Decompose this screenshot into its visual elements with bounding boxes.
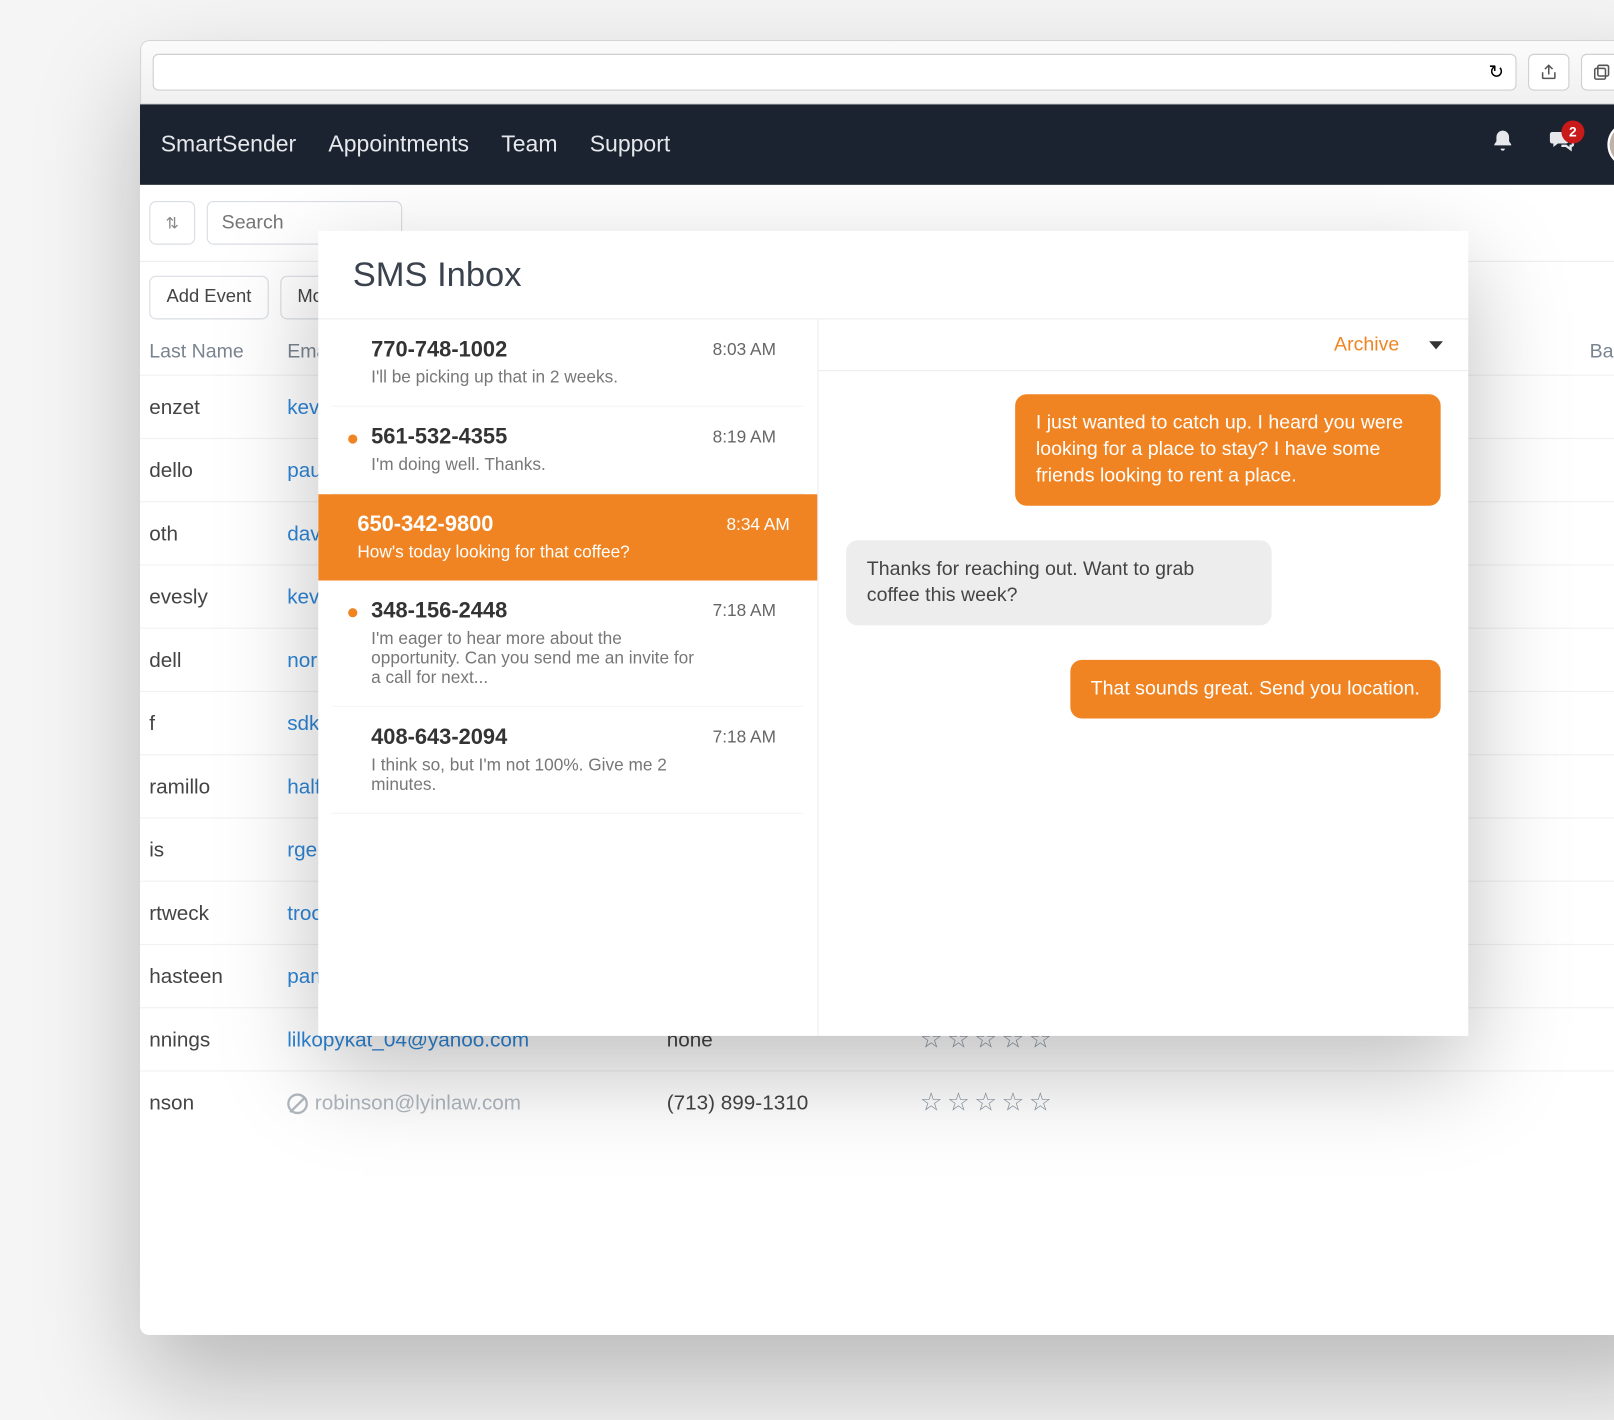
conversation-item[interactable]: 770-748-10028:03 AMI'll be picking up th… bbox=[332, 319, 804, 406]
url-bar[interactable]: ↻ bbox=[153, 54, 1517, 91]
cell-name: dell bbox=[149, 648, 287, 672]
conversation-list: 770-748-10028:03 AMI'll be picking up th… bbox=[318, 319, 818, 1035]
convo-number: 650-342-9800 bbox=[357, 513, 789, 538]
message-incoming: Thanks for reaching out. Want to grab co… bbox=[846, 540, 1272, 625]
conversation-item[interactable]: 408-643-20947:18 AMI think so, but I'm n… bbox=[332, 707, 804, 814]
table-row[interactable]: nsonrobinson@lyinlaw.com(713) 899-1310☆☆… bbox=[140, 1070, 1614, 1133]
unread-dot-icon bbox=[348, 434, 357, 443]
reload-icon[interactable]: ↻ bbox=[1488, 61, 1503, 84]
archive-button[interactable]: Archive bbox=[1334, 333, 1399, 356]
cell-name: is bbox=[149, 838, 287, 862]
brand[interactable]: SmartSender bbox=[161, 131, 297, 157]
sort-toggle[interactable]: ⇅ bbox=[149, 201, 195, 245]
unread-dot-icon bbox=[348, 608, 357, 617]
chat-icon[interactable]: 2 bbox=[1548, 127, 1576, 161]
message-outgoing: I just wanted to catch up. I heard you w… bbox=[1015, 394, 1441, 505]
contacts-backdrop: ⇅ ⚙ ▾ Add Event Move Last Name Email bbox=[140, 185, 1614, 1335]
cell-name: hasteen bbox=[149, 964, 287, 988]
cell-name: enzet bbox=[149, 395, 287, 419]
chat-pane: Archive I just wanted to catch up. I hea… bbox=[819, 319, 1469, 1035]
cell-phone: (713) 899-1310 bbox=[667, 1091, 920, 1115]
cell-email[interactable]: robinson@lyinlaw.com bbox=[287, 1091, 667, 1115]
user-menu[interactable] bbox=[1607, 122, 1614, 168]
cell-name: nson bbox=[149, 1091, 287, 1115]
nav-appointments[interactable]: Appointments bbox=[328, 131, 469, 157]
convo-preview: I think so, but I'm not 100%. Give me 2 … bbox=[371, 755, 776, 794]
cell-name: dello bbox=[149, 458, 287, 482]
avatar bbox=[1607, 122, 1614, 168]
sms-inbox-modal: SMS Inbox 770-748-10028:03 AMI'll be pic… bbox=[318, 231, 1468, 1036]
convo-time: 7:18 AM bbox=[713, 601, 776, 621]
share-icon[interactable] bbox=[1528, 54, 1569, 91]
conversation-item[interactable]: 561-532-43558:19 AMI'm doing well. Thank… bbox=[332, 407, 804, 494]
convo-time: 7:18 AM bbox=[713, 728, 776, 748]
convo-time: 8:03 AM bbox=[713, 340, 776, 360]
cell-name: nnings bbox=[149, 1027, 287, 1051]
fade-overlay bbox=[140, 1254, 1614, 1334]
app-nav: SmartSender Appointments Team Support 2 bbox=[140, 104, 1614, 184]
col-name: Last Name bbox=[149, 340, 287, 363]
cell-name: f bbox=[149, 711, 287, 735]
message-bubbles: I just wanted to catch up. I heard you w… bbox=[819, 371, 1469, 741]
col-balance: Balance bbox=[1590, 340, 1614, 363]
convo-preview: I'll be picking up that in 2 weeks. bbox=[371, 368, 776, 388]
cell-name: oth bbox=[149, 521, 287, 545]
conversation-item[interactable]: 650-342-98008:34 AM How's today looking f… bbox=[318, 494, 817, 580]
blocked-icon bbox=[287, 1093, 308, 1114]
chat-badge: 2 bbox=[1561, 121, 1584, 144]
modal-title: SMS Inbox bbox=[318, 231, 1468, 318]
convo-preview: How's today looking for that coffee? bbox=[357, 543, 789, 563]
tabs-icon[interactable] bbox=[1581, 54, 1614, 91]
convo-time: 8:19 AM bbox=[713, 428, 776, 448]
cell-name: rtweck bbox=[149, 901, 287, 925]
chevron-down-icon[interactable] bbox=[1429, 341, 1443, 349]
cell-name: evesly bbox=[149, 585, 287, 609]
bell-icon[interactable] bbox=[1490, 129, 1515, 161]
nav-support[interactable]: Support bbox=[590, 131, 671, 157]
conversation-item[interactable]: 348-156-24487:18 AMI'm eager to hear mor… bbox=[332, 581, 804, 708]
cell-name: ramillo bbox=[149, 774, 287, 798]
rating-stars[interactable]: ☆☆☆☆☆ bbox=[920, 1088, 1056, 1118]
convo-preview: I'm eager to hear more about the opportu… bbox=[371, 629, 776, 688]
convo-time: 8:34 AM bbox=[726, 515, 789, 535]
browser-chrome: ↻ + bbox=[140, 40, 1614, 104]
nav-team[interactable]: Team bbox=[501, 131, 557, 157]
add-event-button[interactable]: Add Event bbox=[149, 276, 268, 320]
message-outgoing: That sounds great. Send you location. bbox=[1070, 659, 1441, 718]
convo-preview: I'm doing well. Thanks. bbox=[371, 455, 776, 475]
